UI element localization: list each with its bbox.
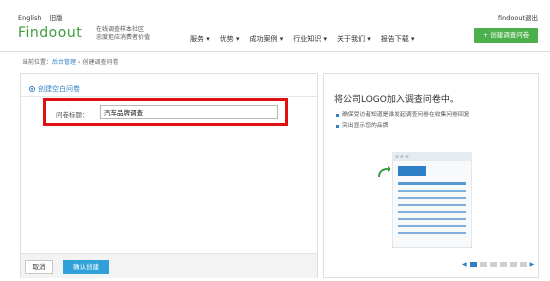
cancel-button[interactable]: 取消 (25, 260, 53, 274)
nav-services[interactable]: 服务 ▾ (190, 34, 210, 44)
site-header: Findoout 在线调查样本社区 忠度拒应消费者价值 服务 ▾ 优势 ▾ 成功… (0, 20, 550, 52)
pager-dot[interactable] (479, 262, 487, 267)
nav-industry-knowledge[interactable]: 行业知识 ▾ (293, 34, 327, 44)
header-divider (0, 51, 550, 52)
breadcrumb-prefix: 当前位置： (22, 59, 53, 66)
radio-icon[interactable] (29, 86, 35, 92)
pager-next-icon[interactable]: ▶ (530, 261, 535, 268)
breadcrumb-separator: › (78, 59, 81, 66)
carousel-pager: ◀ ▶ (462, 261, 534, 268)
tagline-line-1: 在线调查样本社区 (96, 26, 145, 33)
section-create-blank[interactable]: 创建空白问卷 (29, 84, 80, 94)
breadcrumb-admin-link[interactable]: 后台管理 (52, 59, 76, 66)
main-nav: 服务 ▾ 优势 ▾ 成功案例 ▾ 行业知识 ▾ 关于我们 ▾ 报告下载 ▾ (190, 34, 415, 44)
nav-cases[interactable]: 成功案例 ▾ (250, 34, 284, 44)
top-bar: English 旧版 findoout退出 (0, 0, 550, 22)
survey-illustration-icon (392, 152, 472, 248)
section-title: 创建空白问卷 (38, 85, 80, 93)
survey-title-input[interactable] (100, 105, 278, 119)
section-divider (21, 96, 317, 97)
nav-advantages[interactable]: 优势 ▾ (220, 34, 240, 44)
pager-dot[interactable] (469, 262, 477, 267)
promo-item: 确保受访者知道是谁发起调查问卷在收集问卷回复 (336, 110, 470, 121)
logo[interactable]: Findoout (18, 25, 82, 41)
action-bar: 取消 确认创建 (21, 253, 317, 278)
logo-tagline: 在线调查样本社区 忠度拒应消费者价值 (96, 26, 150, 42)
breadcrumb-current: 创建调查问卷 (82, 59, 119, 66)
tagline-line-2: 忠度拒应消费者价值 (96, 34, 151, 41)
promo-item: 突出显示您的品牌 (336, 121, 470, 132)
pager-dot[interactable] (519, 262, 527, 267)
pager-dot[interactable] (489, 262, 497, 267)
breadcrumb: 当前位置：后台管理 › 创建调查问卷 (22, 57, 118, 66)
survey-title-label: 问卷标题： (56, 111, 89, 119)
arrow-curve-icon (378, 166, 390, 178)
promo-title: 将公司LOGO加入调查问卷中。 (334, 95, 459, 105)
create-survey-button[interactable]: + 创建调查问卷 (474, 28, 538, 43)
title-field-highlight: 问卷标题： (43, 98, 288, 126)
promo-list: 确保受访者知道是谁发起调查问卷在收集问卷回复 突出显示您的品牌 (336, 110, 470, 132)
nav-about-us[interactable]: 关于我们 ▾ (337, 34, 371, 44)
create-survey-panel: 创建空白问卷 问卷标题： 取消 确认创建 (20, 73, 318, 278)
nav-report-download[interactable]: 报告下载 ▾ (381, 34, 415, 44)
pager-dot[interactable] (509, 262, 517, 267)
confirm-create-button[interactable]: 确认创建 (63, 260, 109, 274)
pager-prev-icon[interactable]: ◀ (462, 261, 467, 268)
logo-promo-panel: 将公司LOGO加入调查问卷中。 确保受访者知道是谁发起调查问卷在收集问卷回复 突… (323, 73, 539, 278)
pager-dot[interactable] (499, 262, 507, 267)
